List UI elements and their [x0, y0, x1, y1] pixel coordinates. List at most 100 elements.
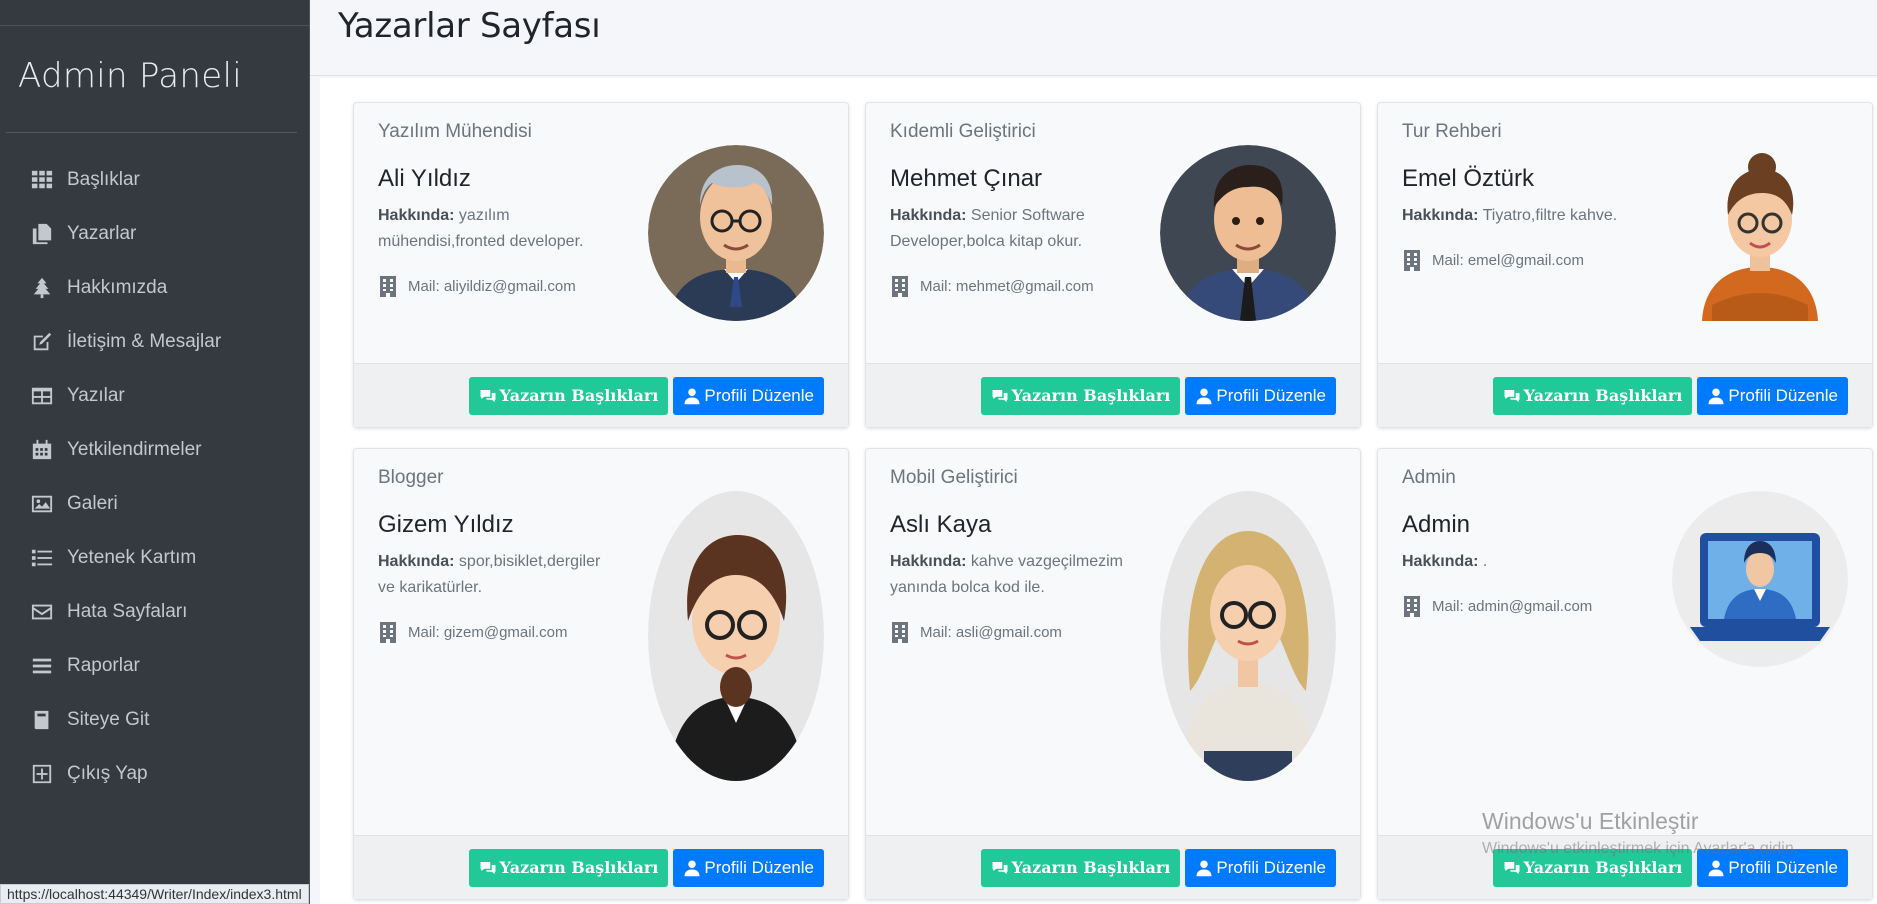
- writer-titles-button[interactable]: Yazarın Başlıkları: [980, 376, 1181, 415]
- writer-card: Kıdemli Geliştirici Mehmet Çınar Hakkınd…: [865, 102, 1361, 428]
- mail-value: aliyildiz@gmail.com: [443, 277, 576, 295]
- sidebar-item-label: Hakkımızda: [67, 277, 168, 298]
- sidebar-item-label: Yetenek Kartım: [67, 547, 197, 568]
- sidebar-item-raporlar[interactable]: Raporlar: [0, 639, 309, 693]
- bars-icon: [30, 654, 54, 678]
- user-icon: [1708, 860, 1724, 876]
- mail-label: Mail:: [408, 277, 440, 295]
- edit-profile-button[interactable]: Profili Düzenle: [1697, 376, 1848, 415]
- writer-card: Yazılım Mühendisi Ali Yıldız Hakkında: y…: [353, 102, 849, 428]
- sidebar: Admin Paneli Başlıklar Yazarlar Hakkımız…: [0, 0, 310, 904]
- sidebar-item-label: Yazarlar: [67, 223, 137, 244]
- mail-label: Mail:: [1432, 597, 1464, 615]
- comments-icon: [992, 861, 1008, 874]
- card-footer: Yazarın Başlıkları Profili Düzenle: [1378, 363, 1872, 427]
- main-content: Yazarlar Sayfası Yazılım Mühendisi Ali Y…: [310, 0, 1877, 904]
- writer-role: Kıdemli Geliştirici: [890, 121, 1036, 142]
- building-icon: [892, 276, 908, 297]
- mail-label: Mail:: [920, 277, 952, 295]
- sidebar-top-divider: [0, 0, 309, 26]
- brand-title[interactable]: Admin Paneli: [0, 26, 309, 132]
- writer-role: Mobil Geliştirici: [890, 467, 1018, 488]
- comments-icon: [480, 861, 496, 874]
- card-footer: Yazarın Başlıkları Profili Düzenle: [354, 835, 848, 899]
- edit-profile-button[interactable]: Profili Düzenle: [1185, 848, 1336, 887]
- writer-titles-button[interactable]: Yazarın Başlıkları: [468, 848, 669, 887]
- writer-avatar: [1672, 491, 1848, 667]
- sidebar-item-label: Çıkış Yap: [67, 763, 148, 784]
- sidebar-item-label: Siteye Git: [67, 709, 150, 730]
- building-icon: [892, 622, 908, 643]
- book-icon: [30, 708, 54, 732]
- writer-about: Hakkında: yazılım mühendisi,fronted deve…: [378, 203, 618, 255]
- about-label: Hakkında:: [890, 553, 967, 570]
- sidebar-item-yetkilendirmeler[interactable]: Yetkilendirmeler: [0, 423, 309, 477]
- sidebar-item-hata-sayfalari[interactable]: Hata Sayfaları: [0, 585, 309, 639]
- writer-card: Tur Rehberi Emel Öztürk Hakkında: Tiyatr…: [1377, 102, 1873, 428]
- building-icon: [380, 276, 396, 297]
- writer-avatar: [648, 491, 824, 781]
- edit-profile-button[interactable]: Profili Düzenle: [1185, 376, 1336, 415]
- sidebar-item-label: Hata Sayfaları: [67, 601, 188, 622]
- sidebar-item-yetenek-kartim[interactable]: Yetenek Kartım: [0, 531, 309, 585]
- sidebar-item-label: Raporlar: [67, 655, 140, 676]
- mail-value: emel@gmail.com: [1467, 251, 1584, 269]
- copy-icon: [30, 222, 54, 246]
- comments-icon: [1504, 861, 1520, 874]
- writer-card: Blogger Gizem Yıldız Hakkında: spor,bisi…: [353, 448, 849, 900]
- writer-about: Hakkında: Tiyatro,filtre kahve.: [1402, 203, 1642, 229]
- sidebar-item-basliklar[interactable]: Başlıklar: [0, 153, 309, 207]
- edit-profile-button[interactable]: Profili Düzenle: [673, 376, 824, 415]
- sidebar-item-iletisim[interactable]: İletişim & Mesajlar: [0, 315, 309, 369]
- plus-square-icon: [30, 762, 54, 786]
- comments-icon: [480, 389, 496, 402]
- card-footer: Yazarın Başlıkları Profili Düzenle: [354, 363, 848, 427]
- writer-titles-button[interactable]: Yazarın Başlıkları: [980, 848, 1181, 887]
- mail-value: mehmet@gmail.com: [955, 277, 1094, 295]
- sidebar-item-hakkimizda[interactable]: Hakkımızda: [0, 261, 309, 315]
- comments-icon: [1504, 389, 1520, 402]
- mail-label: Mail:: [1432, 251, 1464, 269]
- user-icon: [684, 388, 700, 404]
- mail-value: gizem@gmail.com: [443, 623, 568, 641]
- about-text: .: [1482, 553, 1488, 570]
- sidebar-item-label: İletişim & Mesajlar: [67, 331, 222, 352]
- sidebar-item-label: Başlıklar: [67, 169, 140, 190]
- edit-profile-button[interactable]: Profili Düzenle: [673, 848, 824, 887]
- user-icon: [1196, 860, 1212, 876]
- about-label: Hakkında:: [378, 207, 455, 224]
- sidebar-item-cikis-yap[interactable]: Çıkış Yap: [0, 747, 309, 801]
- sidebar-item-galeri[interactable]: Galeri: [0, 477, 309, 531]
- building-icon: [1404, 596, 1420, 617]
- writer-avatar: [1672, 145, 1848, 321]
- page-header: Yazarlar Sayfası: [310, 0, 1877, 76]
- user-icon: [684, 860, 700, 876]
- calendar-icon: [30, 438, 54, 462]
- windows-activation-subtext: Windows'u etkinleştirmek için Ayarlar'a …: [1482, 840, 1799, 857]
- building-icon: [1404, 250, 1420, 271]
- envelope-icon: [30, 600, 54, 624]
- user-icon: [1196, 388, 1212, 404]
- writer-titles-button[interactable]: Yazarın Başlıkları: [468, 376, 669, 415]
- writer-role: Yazılım Mühendisi: [378, 121, 532, 142]
- building-icon: [380, 622, 396, 643]
- sidebar-item-yazarlar[interactable]: Yazarlar: [0, 207, 309, 261]
- mail-value: asli@gmail.com: [955, 623, 1062, 641]
- edit-icon: [30, 330, 54, 354]
- sidebar-item-siteye-git[interactable]: Siteye Git: [0, 693, 309, 747]
- sidebar-nav: Başlıklar Yazarlar Hakkımızda İletişim &…: [0, 153, 309, 801]
- brand-divider: [6, 132, 297, 133]
- comments-icon: [992, 389, 1008, 402]
- sidebar-item-label: Galeri: [67, 493, 118, 514]
- writer-about: Hakkında: Senior Software Developer,bolc…: [890, 203, 1130, 255]
- writer-about: Hakkında: spor,bisiklet,dergiler ve kari…: [378, 549, 618, 601]
- about-label: Hakkında:: [1402, 553, 1479, 570]
- page-title: Yazarlar Sayfası: [338, 6, 601, 46]
- sidebar-item-yazilar[interactable]: Yazılar: [0, 369, 309, 423]
- table-icon: [30, 384, 54, 408]
- grid-icon: [30, 168, 54, 192]
- sidebar-item-label: Yetkilendirmeler: [67, 439, 202, 460]
- writer-titles-button[interactable]: Yazarın Başlıkları: [1492, 376, 1693, 415]
- mail-label: Mail:: [408, 623, 440, 641]
- writers-grid: Yazılım Mühendisi Ali Yıldız Hakkında: y…: [320, 78, 1877, 904]
